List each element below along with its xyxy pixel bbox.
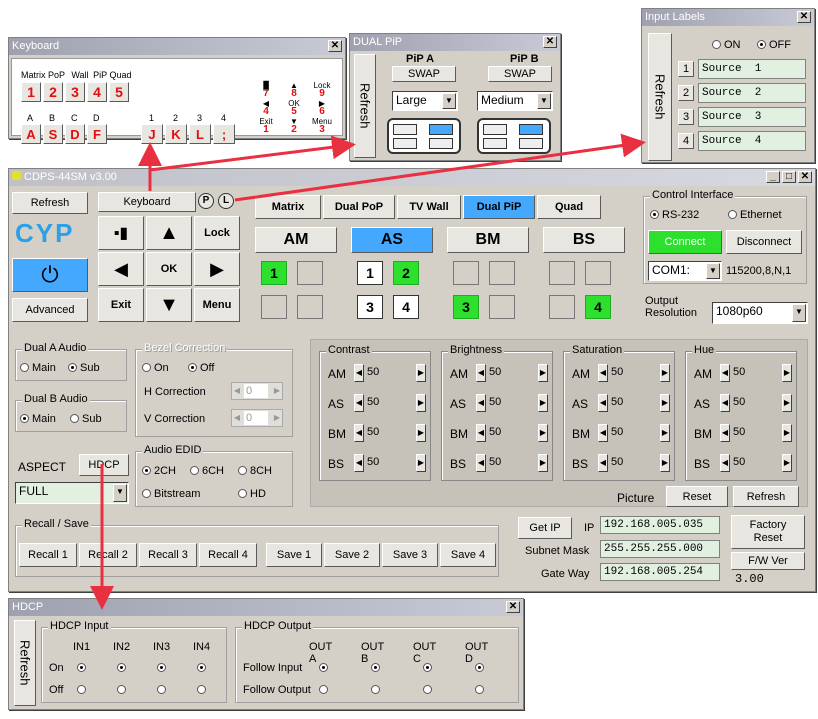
arrow-keyboard-to-pip xyxy=(149,135,356,172)
annotation-arrows xyxy=(90,133,646,610)
